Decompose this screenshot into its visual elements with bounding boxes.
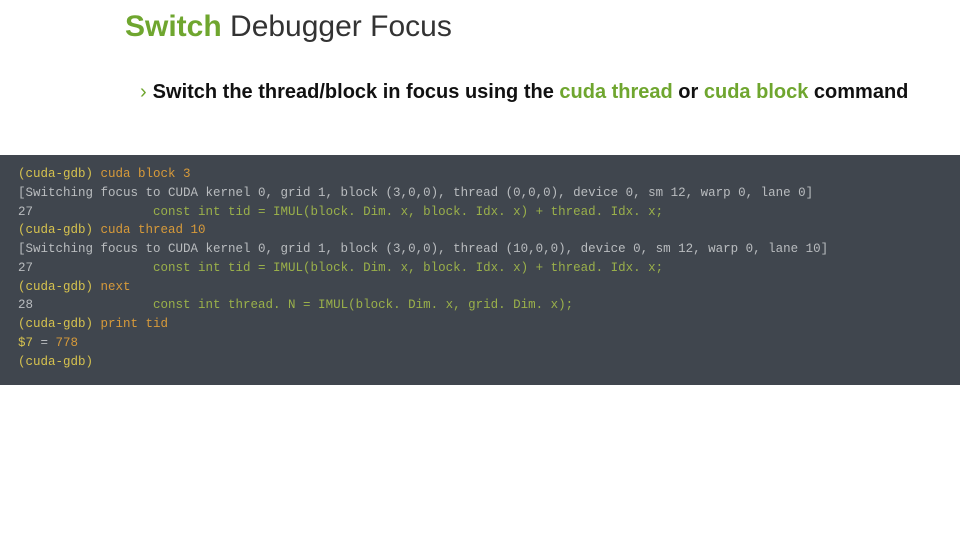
prompt: (cuda-gdb) <box>18 355 93 369</box>
source-line: const int thread. N = IMUL(block. Dim. x… <box>33 298 573 312</box>
slide-title: Switch Debugger Focus <box>125 10 452 44</box>
var-name: $7 <box>18 336 33 350</box>
chevron-icon: › <box>140 81 147 103</box>
slide: Switch Debugger Focus › Switch the thread… <box>0 0 960 540</box>
prompt: (cuda-gdb) <box>18 317 101 331</box>
code-input: cuda block 3 <box>101 167 191 181</box>
bullet-text-post: command <box>808 81 908 103</box>
equals: = <box>33 336 56 350</box>
prompt: (cuda-gdb) <box>18 223 101 237</box>
prompt: (cuda-gdb) <box>18 167 101 181</box>
source-line: const int tid = IMUL(block. Dim. x, bloc… <box>33 205 663 219</box>
code-input: print tid <box>101 317 169 331</box>
bullet-cmd-2: cuda block <box>704 81 808 103</box>
code-block: (cuda-gdb) cuda block 3 [Switching focus… <box>0 155 960 385</box>
code-input: next <box>101 280 131 294</box>
bullet-line: › Switch the thread/block in focus using … <box>140 80 920 105</box>
prompt: (cuda-gdb) <box>18 280 101 294</box>
bullet-text-mid: or <box>673 81 704 103</box>
title-highlight: Switch <box>125 10 222 43</box>
code-output: [Switching focus to CUDA kernel 0, grid … <box>18 242 828 256</box>
bullet-cmd-1: cuda thread <box>559 81 672 103</box>
var-value: 778 <box>56 336 79 350</box>
title-rest: Debugger Focus <box>222 10 452 43</box>
line-number: 28 <box>18 298 33 312</box>
code-input: cuda thread 10 <box>101 223 206 237</box>
line-number: 27 <box>18 261 33 275</box>
line-number: 27 <box>18 205 33 219</box>
bullet-text-pre: Switch the thread/block in focus using t… <box>153 81 560 103</box>
code-output: [Switching focus to CUDA kernel 0, grid … <box>18 186 813 200</box>
source-line: const int tid = IMUL(block. Dim. x, bloc… <box>33 261 663 275</box>
